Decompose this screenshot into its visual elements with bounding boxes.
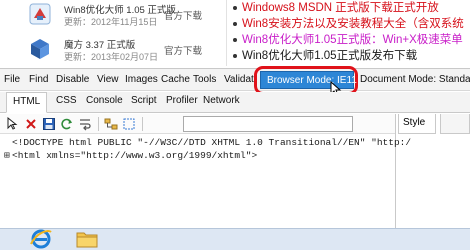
outline-icon[interactable]	[122, 117, 136, 131]
document-mode-menu[interactable]: Document Mode: Standa	[360, 74, 470, 85]
news-link[interactable]: Win8优化大师1.05正式版发布下载	[242, 50, 417, 62]
side-tab-next[interactable]	[440, 114, 470, 134]
download-link[interactable]: 官方下载	[164, 43, 202, 57]
search-html-input[interactable]	[183, 116, 353, 132]
app-thumbnail-icon	[29, 3, 51, 25]
tab-css[interactable]: CSS	[56, 95, 77, 106]
toolbar-separator	[142, 117, 143, 131]
source-line[interactable]: <!DOCTYPE html PUBLIC "-//W3C//DTD XHTML…	[4, 137, 411, 148]
clear-icon[interactable]	[24, 117, 38, 131]
tab-console[interactable]: Console	[86, 95, 123, 106]
news-item[interactable]: Win8优化大师1.05正式版发布下载	[232, 48, 470, 64]
menu-find[interactable]: Find	[29, 74, 48, 85]
news-link[interactable]: Win8优化大师1.05正式版：Win+X极速菜单	[242, 34, 463, 46]
download-item[interactable]: 魔方 3.37 正式版 更新：2013年02月07日 官方下载	[28, 35, 238, 65]
devtools-tab-bar: HTML CSS Console Script Profiler Network	[0, 92, 470, 113]
html-toolbar	[0, 114, 395, 134]
news-item[interactable]: Windows8 MSDN 正式版下载正式开放	[232, 0, 470, 16]
news-link[interactable]: Windows8 MSDN 正式版下载正式开放	[242, 2, 439, 14]
select-element-icon[interactable]	[6, 117, 20, 131]
tab-profiler[interactable]: Profiler	[166, 95, 198, 106]
menu-disable[interactable]: Disable	[56, 74, 89, 85]
dom-tree-icon[interactable]	[104, 117, 118, 131]
menu-file[interactable]: File	[4, 74, 20, 85]
refresh-icon[interactable]	[60, 117, 74, 131]
ie-icon[interactable]	[28, 227, 54, 251]
devtools-menu-bar: File Find Disable View Images Cache Tool…	[0, 66, 470, 97]
save-icon[interactable]	[42, 117, 56, 131]
tab-script[interactable]: Script	[131, 95, 157, 106]
column-divider	[226, 0, 227, 66]
menu-images[interactable]: Images	[125, 74, 158, 85]
download-date: 更新：2013年02月07日	[64, 52, 159, 62]
html-tag-text: <html xmlns="http://www.w3.org/1999/xhtm…	[12, 150, 258, 161]
source-line[interactable]: ⊞ <html xmlns="http://www.w3.org/1999/xht…	[4, 150, 257, 161]
download-item[interactable]: Win8优化大师 1.05 正式版 更新：2012年11月15日 官方下载	[28, 0, 238, 30]
developer-tools: File Find Disable View Images Cache Tool…	[0, 66, 470, 229]
news-item[interactable]: Win8优化大师1.05正式版：Win+X极速菜单	[232, 32, 470, 48]
side-tab-style[interactable]: Style	[398, 114, 436, 134]
menu-view[interactable]: View	[97, 74, 119, 85]
download-link[interactable]: 官方下载	[164, 8, 202, 22]
download-date: 更新：2012年11月15日	[64, 17, 158, 27]
menu-validate[interactable]: Validat	[224, 74, 254, 85]
menu-cache[interactable]: Cache	[161, 74, 190, 85]
download-name[interactable]: 魔方 3.37 正式版	[64, 37, 135, 51]
word-wrap-icon[interactable]	[78, 117, 92, 131]
menu-tools[interactable]: Tools	[193, 74, 216, 85]
toolbar-separator	[98, 117, 99, 131]
webpage-area: Win8优化大师 1.05 正式版 更新：2012年11月15日 官方下载 魔方…	[0, 0, 470, 70]
expand-icon[interactable]: ⊞	[4, 150, 12, 161]
windows-taskbar	[0, 228, 470, 250]
download-name[interactable]: Win8优化大师 1.05 正式版	[64, 2, 176, 16]
style-side-panel: Style	[395, 114, 470, 229]
doctype-text: <!DOCTYPE html PUBLIC "-//W3C//DTD XHTML…	[12, 137, 412, 148]
news-list: Windows8 MSDN 正式版下载正式开放 Win8安装方法以及安装教程大全…	[232, 0, 470, 64]
html-source-tree: <!DOCTYPE html PUBLIC "-//W3C//DTD XHTML…	[0, 135, 411, 229]
tab-network[interactable]: Network	[203, 95, 240, 106]
tab-html[interactable]: HTML	[6, 92, 48, 113]
cube-icon	[31, 39, 49, 59]
news-link[interactable]: Win8安装方法以及安装教程大全（含双系统	[242, 18, 464, 30]
folder-icon[interactable]	[74, 227, 100, 251]
news-item[interactable]: Win8安装方法以及安装教程大全（含双系统	[232, 16, 470, 32]
